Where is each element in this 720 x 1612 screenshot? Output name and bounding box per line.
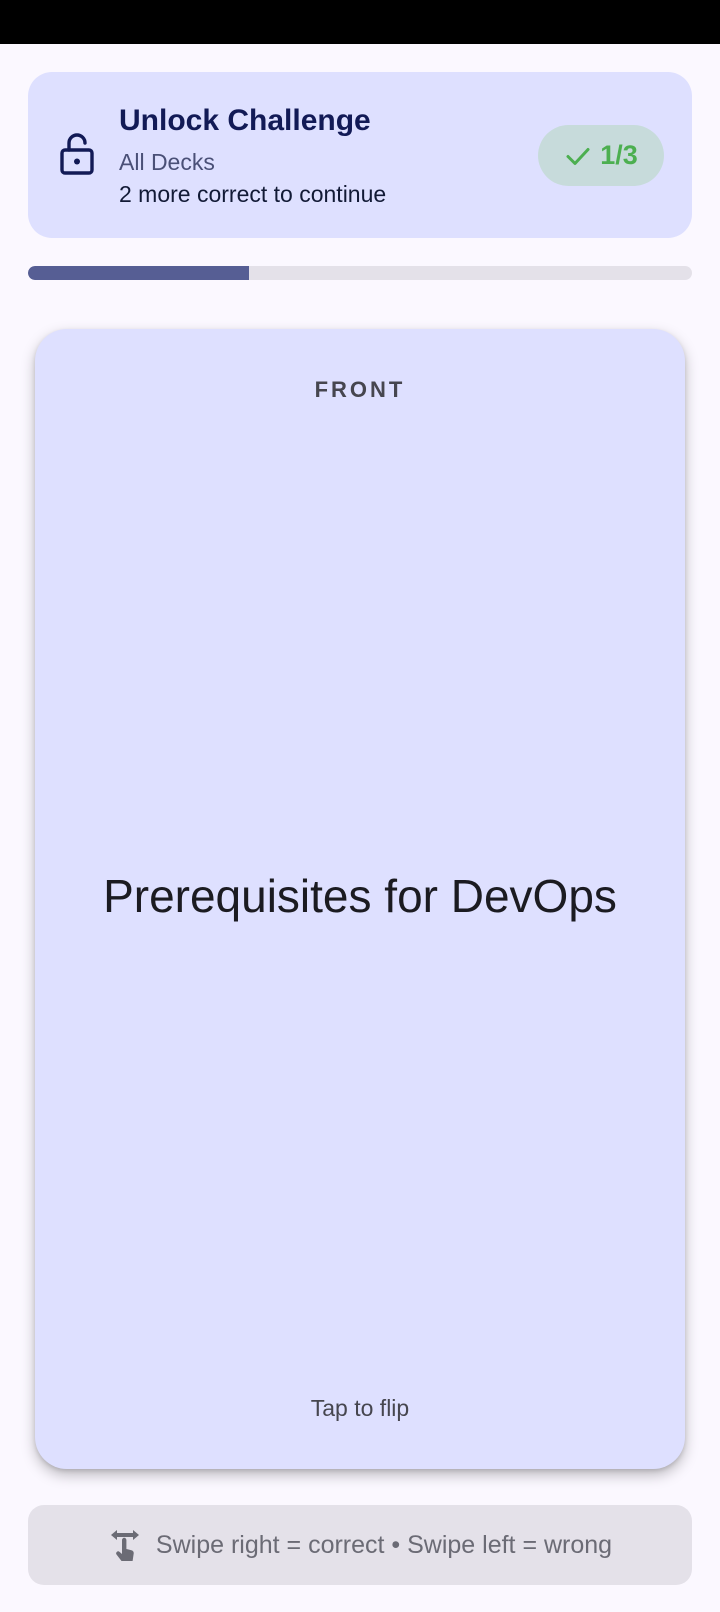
status-bar [0,0,720,44]
deck-name: All Decks [119,149,215,175]
score-badge: 1/3 [538,125,664,186]
lock-open-icon [60,133,94,175]
swipe-instruction-text: Swipe right = correct • Swipe left = wro… [155,1530,613,1559]
score-count: 1/3 [600,140,638,170]
flashcard[interactable]: FRONT Prerequisites for DevOps Tap to fl… [35,329,685,1469]
progress-fill [28,266,250,280]
check-icon [566,147,590,165]
challenge-title: Unlock Challenge [119,104,371,137]
swipe-gesture-icon [110,1530,139,1561]
swipe-instructions: Swipe right = correct • Swipe left = wro… [28,1505,692,1585]
card-question: Prerequisites for DevOps [103,870,617,922]
card-side-label: FRONT [314,377,406,402]
tap-to-flip-hint: Tap to flip [310,1395,410,1421]
remaining-status: 2 more correct to continue [119,181,387,207]
progress-bar [28,266,692,280]
